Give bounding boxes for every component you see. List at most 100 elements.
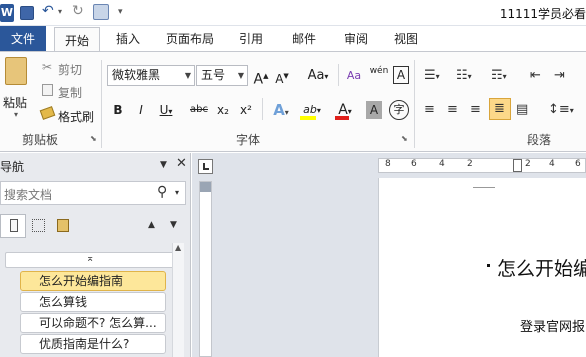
quick-access-toolbar: W ↶ ▾ ↻ ▾ 11111学员必看 — [0, 0, 586, 26]
font-size-value: 五号 — [201, 68, 226, 82]
nav-pane-options-icon[interactable]: ▼ — [160, 160, 167, 170]
decrease-indent-icon[interactable]: ⇤ — [530, 68, 541, 84]
collapse-all-bar[interactable]: ⌅ — [5, 252, 181, 268]
strikethrough-button[interactable]: abc — [188, 100, 210, 120]
bullets-icon[interactable]: ☰▾ — [424, 68, 440, 85]
enclose-chars-icon: 字 — [393, 103, 405, 116]
align-right-icon[interactable]: ≡ — [470, 102, 481, 118]
distributed-icon[interactable]: ▤ — [516, 102, 528, 118]
nav-heading-item[interactable]: 怎么开始编指南 — [20, 271, 166, 291]
ruler-tick: 6 — [575, 159, 581, 169]
justify-button[interactable]: ≣ — [489, 98, 511, 120]
format-painter-button[interactable]: 格式刷 — [58, 108, 94, 125]
paste-button[interactable]: 粘贴 — [3, 94, 27, 111]
copy-icon[interactable] — [42, 84, 53, 96]
format-icon[interactable] — [93, 4, 109, 20]
char-border-button[interactable]: A — [393, 66, 409, 84]
tab-results[interactable] — [54, 216, 74, 236]
italic-button[interactable]: I — [131, 100, 151, 120]
tab-home[interactable]: 开始 — [54, 27, 100, 53]
tab-view[interactable]: 视图 — [386, 26, 426, 52]
ruler-tick: 2 — [467, 159, 473, 169]
superscript-button[interactable]: x² — [236, 100, 256, 120]
cut-icon[interactable]: ✂ — [42, 60, 52, 74]
font-name-value: 微软雅黑 — [112, 68, 161, 82]
text-effects-button[interactable]: A▾ — [268, 100, 294, 120]
highlight-button[interactable]: ab▾ — [298, 100, 326, 120]
font-name-combo[interactable]: 微软雅黑 ▼ — [107, 65, 195, 86]
indent-marker-icon[interactable] — [513, 159, 522, 172]
ruler-tick: 2 — [525, 159, 531, 169]
tab-headings[interactable] — [0, 214, 26, 238]
font-color-button[interactable]: A▾ — [332, 100, 358, 120]
nav-heading-item[interactable]: 怎么算钱 — [20, 292, 166, 312]
font-group-label: 字体 — [236, 133, 261, 147]
group-separator — [414, 60, 415, 148]
tab-pages[interactable] — [29, 216, 49, 236]
copy-button[interactable]: 复制 — [58, 84, 82, 101]
save-icon[interactable] — [20, 6, 34, 20]
subscript-button[interactable]: x₂ — [213, 100, 233, 120]
horizontal-ruler: 8 6 4 2 2 4 6 — [378, 158, 586, 173]
search-options-icon[interactable]: ▾ — [175, 188, 179, 197]
undo-dropdown-icon[interactable]: ▾ — [58, 7, 62, 16]
results-icon — [57, 219, 69, 232]
font-size-combo[interactable]: 五号 ▼ — [196, 65, 248, 86]
tab-file[interactable]: 文件 — [0, 26, 46, 52]
numbering-icon[interactable]: ☷▾ — [456, 68, 472, 85]
tab-references[interactable]: 引用 — [231, 26, 271, 52]
document-heading[interactable]: 怎么开始编 — [497, 254, 586, 281]
search-input[interactable]: 搜索文档 — [4, 186, 52, 203]
search-icon[interactable]: ⚲ — [157, 184, 167, 200]
multilevel-list-icon[interactable]: ☶▾ — [491, 68, 507, 85]
change-case-button[interactable]: Aa▾ — [304, 66, 332, 86]
scroll-up-icon[interactable]: ▲ — [175, 243, 181, 252]
underline-button[interactable]: U▾ — [155, 100, 177, 120]
cut-button[interactable]: 剪切 — [58, 61, 82, 78]
next-heading-icon[interactable]: ▼ — [170, 220, 177, 230]
paste-icon[interactable] — [5, 57, 27, 85]
tab-page-layout[interactable]: 页面布局 — [160, 26, 220, 52]
chevron-down-icon: ▼ — [184, 71, 191, 80]
undo-icon[interactable]: ↶ — [42, 3, 54, 19]
shrink-font-button[interactable]: A▼ — [273, 66, 291, 86]
nav-heading-item[interactable]: 可以命题不? 怎么算... — [20, 313, 166, 333]
customize-qat-icon[interactable]: ▾ — [118, 7, 123, 17]
tab-mailings[interactable]: 邮件 — [284, 26, 324, 52]
char-shading-button[interactable]: A — [366, 101, 382, 119]
highlight-color-bar — [300, 116, 316, 120]
redo-icon[interactable]: ↻ — [72, 3, 84, 19]
font-launcher-icon[interactable]: ⬊ — [401, 134, 408, 143]
ruler-toggle-button[interactable] — [198, 159, 213, 174]
phonetic-guide-button[interactable]: wén — [368, 66, 390, 86]
nav-search-box[interactable]: 搜索文档 ⚲ ▾ — [0, 181, 186, 205]
increase-indent-icon[interactable]: ⇥ — [554, 68, 565, 84]
vertical-ruler — [199, 181, 212, 357]
align-center-icon[interactable]: ≡ — [447, 102, 458, 118]
heading-bullet — [487, 264, 490, 267]
clear-format-button[interactable]: Aa — [344, 66, 364, 86]
tab-review[interactable]: 审阅 — [336, 26, 376, 52]
line-spacing-icon[interactable]: ↕≡▾ — [548, 102, 574, 119]
nav-scrollbar[interactable]: ▲ — [172, 243, 184, 357]
grow-font-button[interactable]: A▲ — [252, 66, 270, 88]
headings-icon — [10, 219, 18, 232]
bold-button[interactable]: B — [108, 100, 128, 120]
subscript-icon: x₂ — [217, 103, 229, 117]
nav-pane-title: 导航 — [0, 160, 25, 174]
paste-dropdown-icon[interactable]: ▾ — [14, 110, 18, 119]
enclose-chars-button[interactable]: 字 — [389, 100, 409, 120]
document-page[interactable]: 怎么开始编 登录官网报 — [378, 178, 586, 357]
grow-font-icon: A — [253, 71, 264, 88]
close-icon[interactable]: ✕ — [176, 156, 187, 171]
ruler-tick: 4 — [549, 159, 555, 169]
previous-heading-icon[interactable]: ▲ — [148, 220, 155, 230]
align-left-icon[interactable]: ≡ — [424, 102, 435, 118]
clipboard-launcher-icon[interactable]: ⬊ — [90, 134, 97, 143]
nav-heading-item[interactable]: 优质指南是什么? — [20, 334, 166, 354]
ribbon-tabs: 文件 开始 插入 页面布局 引用 邮件 审阅 视图 — [0, 26, 586, 53]
document-body-line[interactable]: 登录官网报 — [520, 316, 585, 335]
char-shading-icon: A — [369, 103, 379, 117]
tab-insert[interactable]: 插入 — [106, 26, 150, 52]
margin-corner-mark — [473, 182, 495, 188]
